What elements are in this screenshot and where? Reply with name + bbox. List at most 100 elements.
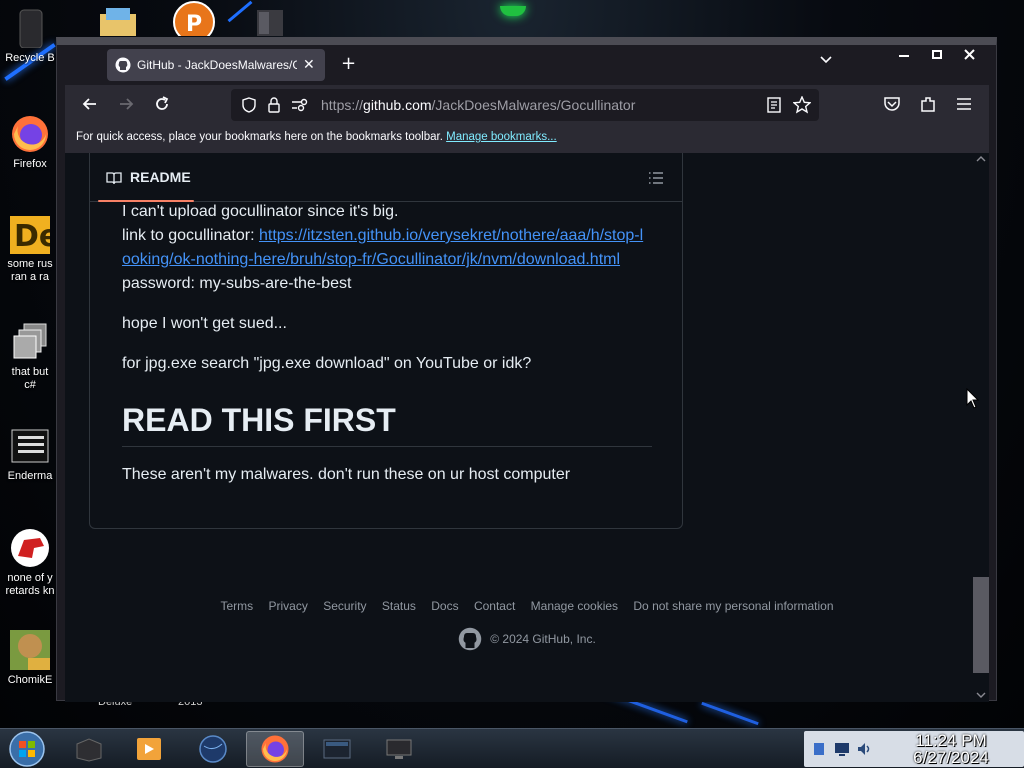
footer-copyright-row: © 2024 GitHub, Inc. xyxy=(65,627,989,651)
extensions-icon[interactable] xyxy=(919,95,937,113)
footer-link-status[interactable]: Status xyxy=(382,599,416,613)
desktop-icon-shortcut-5[interactable]: ChomikE xyxy=(0,630,60,687)
close-tab-icon[interactable]: ✕ xyxy=(303,57,315,73)
hamburger-menu-icon[interactable] xyxy=(955,95,973,113)
forward-arrow-icon[interactable] xyxy=(117,95,135,113)
url-text[interactable]: https://github.com/JackDoesMalwares/Gocu… xyxy=(321,97,635,113)
desktop-icon-shortcut-1[interactable]: De some rus ran a ra xyxy=(0,214,60,284)
desktop-icon-recycle-bin[interactable]: Recycle B xyxy=(0,8,60,65)
readme-tab-label[interactable]: README xyxy=(130,169,191,185)
chomik-icon xyxy=(10,630,50,670)
monitor-icon xyxy=(386,739,412,759)
desktop-icon-shortcut-3[interactable]: Enderma xyxy=(0,426,60,483)
url-bar[interactable]: https://github.com/JackDoesMalwares/Gocu… xyxy=(231,89,819,121)
footer-link-terms[interactable]: Terms xyxy=(220,599,253,613)
taskbar-app-2[interactable] xyxy=(120,731,178,767)
clock-time: 11:24 PM xyxy=(915,731,987,750)
footer-link-privacy[interactable]: Privacy xyxy=(269,599,308,613)
reload-icon[interactable] xyxy=(153,95,171,113)
recycle-bin-icon xyxy=(19,9,43,48)
computer-icon xyxy=(257,10,283,36)
taskbar: 11:24 PM 6/27/2024 xyxy=(0,728,1024,768)
readme-paragraph: for jpg.exe search "jpg.exe download" on… xyxy=(122,355,532,372)
github-icon xyxy=(115,57,131,73)
desktop-icon-label: Firefox xyxy=(13,158,47,170)
scroll-down-icon[interactable] xyxy=(976,691,986,699)
svg-text:De: De xyxy=(14,219,50,254)
browser-window: GitHub - JackDoesMalwares/Gocullinator ✕… xyxy=(56,37,997,702)
taskbar-app-3[interactable] xyxy=(184,731,242,767)
media-player-icon xyxy=(137,738,161,760)
book-icon xyxy=(106,172,122,185)
window-app-icon xyxy=(323,739,351,759)
footer-link-contact[interactable]: Contact xyxy=(474,599,515,613)
dinosaur-icon xyxy=(11,529,49,567)
scrollbar-thumb[interactable] xyxy=(973,577,989,673)
github-logo-icon[interactable] xyxy=(458,627,482,651)
network-flag-icon[interactable] xyxy=(812,741,826,757)
star-bookmark-icon[interactable] xyxy=(793,96,811,114)
readme-paragraph: hope I won't get sued... xyxy=(122,315,287,332)
scroll-up-icon[interactable] xyxy=(976,155,986,163)
desktop-icon-computer-top[interactable] xyxy=(255,0,295,36)
taskbar-app-5[interactable] xyxy=(308,731,366,767)
globe-icon xyxy=(199,735,227,763)
desktop-icon-shortcut-2[interactable]: that but c# xyxy=(0,322,60,392)
footer-link-do-not-share[interactable]: Do not share my personal information xyxy=(633,599,833,613)
nav-toolbar: https://github.com/JackDoesMalwares/Gocu… xyxy=(65,85,989,125)
start-button[interactable] xyxy=(4,730,50,768)
desktop-icon-shortcut-4[interactable]: none of y retards kn xyxy=(0,528,60,598)
desktop-icon-label: that but c# xyxy=(11,366,49,391)
permissions-icon[interactable] xyxy=(291,98,309,112)
tab-bar: GitHub - JackDoesMalwares/Gocullinator ✕… xyxy=(57,45,996,85)
taskbar-firefox[interactable] xyxy=(246,731,304,767)
readme-body: I can't upload gocullinator since it's b… xyxy=(122,200,652,503)
taskbar-app-6[interactable] xyxy=(370,731,428,767)
manage-bookmarks-link[interactable]: Manage bookmarks... xyxy=(446,131,557,143)
firefox-icon xyxy=(12,116,48,152)
shield-icon[interactable] xyxy=(241,97,257,113)
tab-github[interactable]: GitHub - JackDoesMalwares/Gocullinator ✕ xyxy=(107,49,325,81)
footer-links: Terms Privacy Security Status Docs Conta… xyxy=(65,599,989,613)
box-app-icon xyxy=(76,738,102,762)
svg-text:P: P xyxy=(186,12,202,36)
speaker-icon[interactable] xyxy=(856,741,872,757)
wallpaper-glow xyxy=(701,701,759,726)
close-window-icon[interactable] xyxy=(964,49,976,61)
lock-icon[interactable] xyxy=(267,97,281,113)
desktop-icon-firefox[interactable]: Firefox xyxy=(0,114,60,171)
copy-windows-icon xyxy=(13,323,47,359)
monitor-tray-icon[interactable] xyxy=(834,741,850,757)
chevron-down-icon[interactable] xyxy=(819,55,833,65)
wallpaper-glow xyxy=(227,0,253,23)
wallpaper-glow xyxy=(500,6,526,16)
desktop-icon-app-top[interactable]: P xyxy=(172,0,215,43)
bookmarks-toolbar: For quick access, place your bookmarks h… xyxy=(65,125,989,153)
footer-link-manage-cookies[interactable]: Manage cookies xyxy=(531,599,618,613)
readme-paragraph: These aren't my malwares. don't run thes… xyxy=(122,466,571,483)
readme-paragraph: I can't upload gocullinator since it's b… xyxy=(122,203,644,292)
back-arrow-icon[interactable] xyxy=(81,95,99,113)
readme-header: README xyxy=(90,154,682,202)
console-icon xyxy=(11,429,49,463)
desktop-icon-label: Enderma xyxy=(7,470,53,482)
maximize-icon[interactable] xyxy=(932,49,944,61)
desktop-icon-folder-top[interactable] xyxy=(98,0,138,36)
footer-link-docs[interactable]: Docs xyxy=(431,599,458,613)
new-tab-icon[interactable]: + xyxy=(341,53,356,74)
reader-view-icon[interactable] xyxy=(767,97,781,113)
firefox-icon xyxy=(261,735,289,763)
pocket-icon[interactable] xyxy=(883,95,901,113)
footer-link-security[interactable]: Security xyxy=(323,599,366,613)
readme-heading: READ THIS FIRST xyxy=(122,400,652,447)
outline-list-icon[interactable] xyxy=(648,170,664,186)
mouse-cursor-icon xyxy=(966,388,980,409)
desktop-icon-label: none of y retards kn xyxy=(5,572,55,597)
bookmarks-hint: For quick access, place your bookmarks h… xyxy=(76,131,443,143)
minimize-icon[interactable] xyxy=(899,55,911,59)
clock-date: 6/27/2024 xyxy=(913,748,989,767)
taskbar-app-1[interactable] xyxy=(60,731,118,767)
windows-orb-icon xyxy=(9,731,45,767)
page-scrollbar[interactable] xyxy=(973,153,989,702)
clock[interactable]: 11:24 PM 6/27/2024 xyxy=(886,732,1016,766)
